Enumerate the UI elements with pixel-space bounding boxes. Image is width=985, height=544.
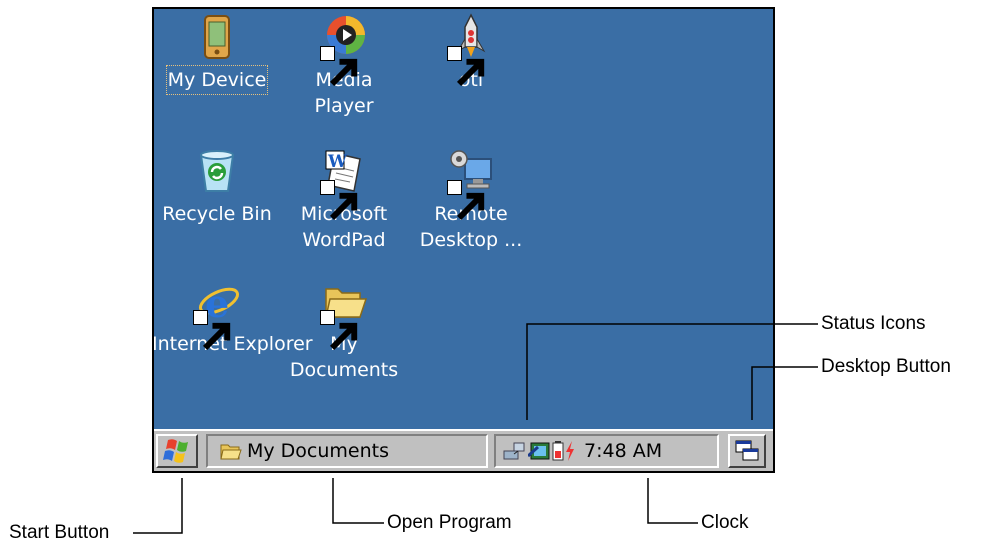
callout-status-icons: Status Icons — [821, 313, 926, 334]
status-icons-leader — [526, 323, 818, 420]
desktop-button-leader — [751, 366, 818, 420]
callout-open-program: Open Program — [387, 512, 512, 533]
callout-start-button: Start Button — [9, 522, 110, 543]
clock-leader — [647, 478, 698, 524]
start-button-leader — [133, 478, 183, 534]
open-program-leader — [332, 478, 384, 524]
callout-clock: Clock — [701, 512, 749, 533]
callout-lines — [133, 323, 818, 534]
callout-desktop-button: Desktop Button — [821, 356, 951, 377]
